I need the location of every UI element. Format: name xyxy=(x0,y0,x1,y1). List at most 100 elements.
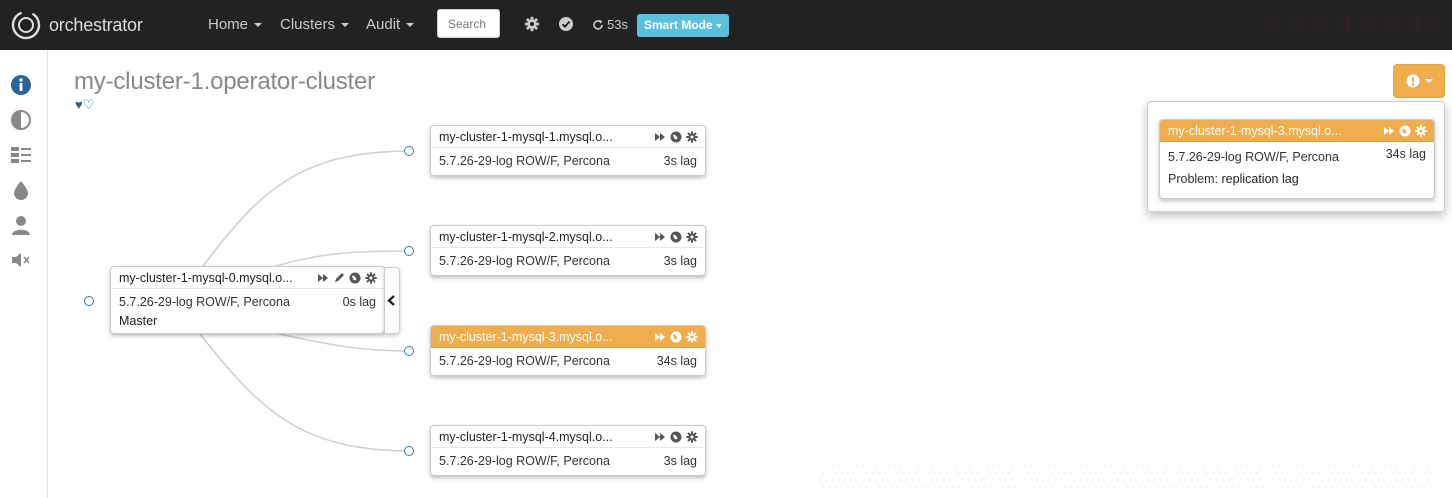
decorative-dot xyxy=(961,479,964,481)
decorative-dot xyxy=(1163,486,1165,488)
decorative-dot xyxy=(1135,479,1138,481)
instance-box-warning[interactable]: my-cluster-1-mysql-3.mysql.o... 5.7.26-2… xyxy=(430,325,706,376)
decorative-dot xyxy=(1054,465,1057,467)
decorative-dot xyxy=(1364,479,1367,481)
globe-icon[interactable] xyxy=(1399,125,1411,137)
instance-header[interactable]: my-cluster-1-mysql-2.mysql.o... xyxy=(431,226,705,248)
decorative-dot xyxy=(1361,472,1364,474)
decorative-dot xyxy=(1008,486,1010,488)
decorative-dot xyxy=(1246,465,1249,467)
globe-icon[interactable] xyxy=(670,231,682,243)
decorative-dot xyxy=(1358,465,1361,467)
fast-forward-icon[interactable] xyxy=(654,431,666,443)
decorative-dot xyxy=(1020,486,1023,488)
menu-home-label: Home xyxy=(208,16,249,33)
pencil-icon[interactable] xyxy=(333,272,345,284)
instance-box[interactable]: my-cluster-1-mysql-2.mysql.o... 5.7.26-2… xyxy=(430,225,706,276)
fast-forward-icon[interactable] xyxy=(654,331,666,343)
globe-icon[interactable] xyxy=(670,431,682,443)
heart-icon[interactable]: ♥♡ xyxy=(75,98,94,112)
decorative-dot xyxy=(834,472,837,474)
problems-button[interactable] xyxy=(1393,64,1445,98)
gear-icon[interactable] xyxy=(1415,125,1427,137)
instance-header[interactable]: my-cluster-1-mysql-3.mysql.o... xyxy=(431,326,705,348)
decorative-dot xyxy=(908,472,911,474)
instance-version: 5.7.26-29-log ROW/F, Percona xyxy=(1168,150,1339,164)
exclamation-circle-icon xyxy=(1406,74,1419,88)
water-drop-icon[interactable] xyxy=(10,179,32,201)
instance-name: my-cluster-1-mysql-1.mysql.o... xyxy=(439,130,613,144)
replica-connector-dot[interactable] xyxy=(404,346,414,356)
decorative-dot xyxy=(974,479,976,481)
fast-forward-icon[interactable] xyxy=(654,131,666,143)
instance-version-row: 5.7.26-29-log ROW/F, Percona 0s lag xyxy=(119,293,376,312)
decorative-dot xyxy=(1206,486,1209,488)
decorative-dot xyxy=(1349,472,1351,474)
fast-forward-icon[interactable] xyxy=(654,231,666,243)
decorative-dot xyxy=(884,472,886,474)
decorative-dot xyxy=(1082,472,1085,474)
replica-connector-dot[interactable] xyxy=(404,446,414,456)
instance-name: my-cluster-1-mysql-4.mysql.o... xyxy=(439,430,613,444)
refresh-countdown[interactable]: 53s xyxy=(592,0,628,50)
cluster-list-icon[interactable] xyxy=(10,144,32,166)
globe-icon[interactable] xyxy=(670,331,682,343)
replica-connector-dot[interactable] xyxy=(404,146,414,156)
smart-mode-button[interactable]: Smart Mode xyxy=(637,14,729,37)
decorative-dot xyxy=(1045,486,1048,488)
decorative-dot xyxy=(1184,479,1187,481)
instance-box-master[interactable]: my-cluster-1-mysql-0.mysql.o... 5.7.26-2… xyxy=(110,266,385,334)
problem-instance-box[interactable]: my-cluster-1-mysql-3.mysql.o... 5.7.26-2… xyxy=(1159,119,1435,199)
decorative-dot xyxy=(843,465,846,467)
decorative-dot xyxy=(902,472,905,474)
decorative-dot xyxy=(1215,479,1218,481)
menu-clusters[interactable]: Clusters xyxy=(280,0,350,50)
search-input[interactable] xyxy=(437,9,500,38)
check-circle-icon[interactable] xyxy=(558,16,574,32)
menu-home[interactable]: Home xyxy=(208,0,263,50)
gear-icon[interactable] xyxy=(686,131,698,143)
instance-version: 5.7.26-29-log ROW/F, Percona xyxy=(439,454,610,468)
problem-value: replication lag xyxy=(1221,172,1299,186)
decorative-dot xyxy=(912,479,914,481)
gear-icon[interactable] xyxy=(365,272,377,284)
decorative-dot xyxy=(1091,479,1094,481)
user-icon[interactable] xyxy=(10,214,32,236)
master-connector-dot[interactable] xyxy=(84,296,94,306)
instance-box[interactable]: my-cluster-1-mysql-4.mysql.o... 5.7.26-2… xyxy=(430,425,706,476)
replica-connector-dot[interactable] xyxy=(404,246,414,256)
problems-popover: my-cluster-1-mysql-3.mysql.o... 5.7.26-2… xyxy=(1147,101,1445,212)
decorative-dot xyxy=(1070,486,1072,488)
info-icon[interactable] xyxy=(10,74,32,96)
collapse-button[interactable] xyxy=(384,267,400,334)
gear-icon[interactable] xyxy=(524,16,540,32)
decorative-dot xyxy=(1299,486,1302,488)
decorative-dot xyxy=(1401,465,1404,467)
decorative-dot xyxy=(843,479,846,481)
menu-audit[interactable]: Audit xyxy=(366,0,415,50)
instance-box[interactable]: my-cluster-1-mysql-1.mysql.o... 5.7.26-2… xyxy=(430,125,706,176)
instance-header[interactable]: my-cluster-1-mysql-4.mysql.o... xyxy=(431,426,705,448)
instance-header[interactable]: my-cluster-1-mysql-0.mysql.o... xyxy=(111,267,384,289)
instance-header[interactable]: my-cluster-1-mysql-3.mysql.o... xyxy=(1160,120,1434,142)
mute-icon[interactable] xyxy=(10,249,32,271)
gear-icon[interactable] xyxy=(686,231,698,243)
brand-name: orchestrator xyxy=(49,14,143,35)
decorative-dot xyxy=(1156,486,1159,488)
fast-forward-icon[interactable] xyxy=(317,272,329,284)
decorative-dot xyxy=(1147,479,1150,481)
globe-icon[interactable] xyxy=(670,131,682,143)
gear-icon[interactable] xyxy=(686,331,698,343)
chevron-down-icon xyxy=(715,23,722,28)
instance-header[interactable]: my-cluster-1-mysql-1.mysql.o... xyxy=(431,126,705,148)
decorative-dot xyxy=(1432,479,1435,481)
contrast-icon[interactable] xyxy=(10,109,32,131)
globe-icon[interactable] xyxy=(349,272,361,284)
fast-forward-icon[interactable] xyxy=(1383,125,1395,137)
brand[interactable]: orchestrator xyxy=(10,8,143,42)
decorative-dot xyxy=(887,465,890,467)
gear-icon[interactable] xyxy=(686,431,698,443)
decorative-dot xyxy=(1101,472,1103,474)
decorative-dot xyxy=(1392,472,1395,474)
decorative-dot xyxy=(1085,465,1088,467)
